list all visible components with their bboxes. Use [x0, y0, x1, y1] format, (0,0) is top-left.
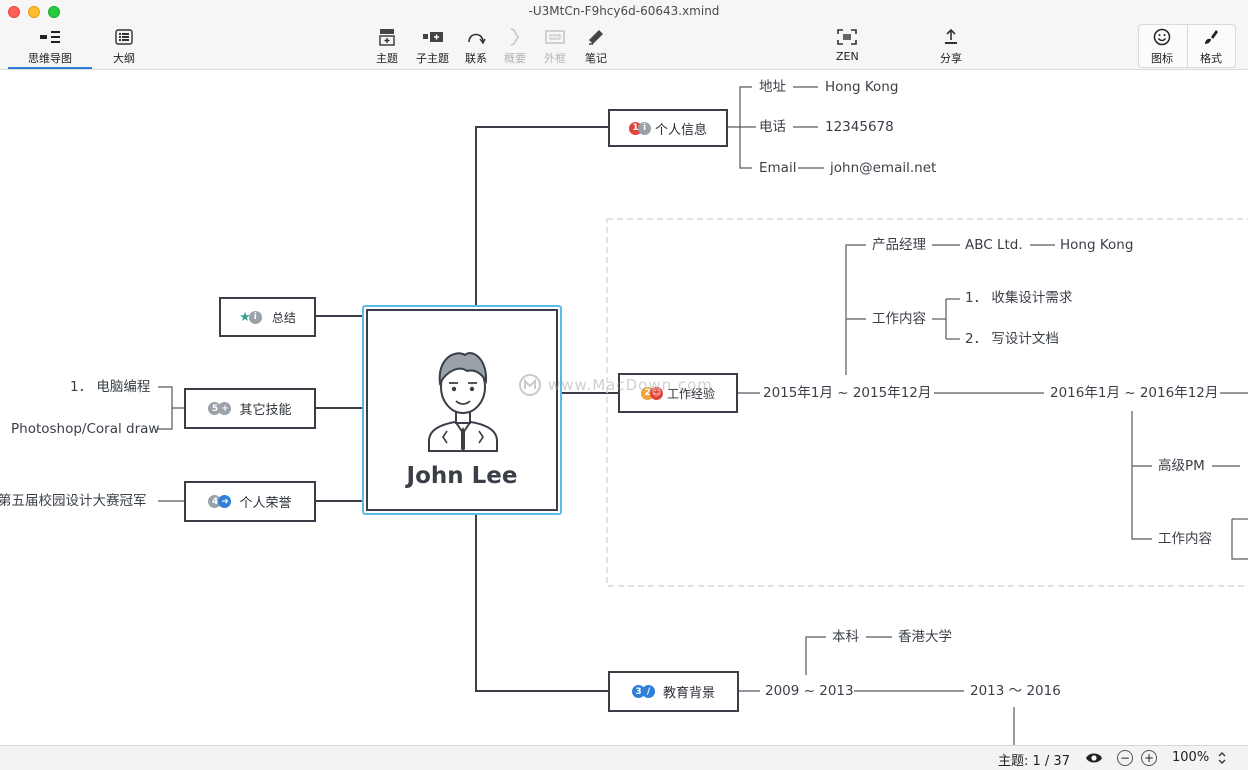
work-2015-content-label[interactable]: 工作内容	[872, 310, 926, 328]
topic-personal-info-label: 个人信息	[654, 122, 707, 138]
insert-summary-button[interactable]: 概要	[504, 24, 526, 66]
education-degree[interactable]: 本科	[832, 628, 859, 646]
format-panel-label: 格式	[1200, 52, 1222, 65]
summary-icon	[508, 24, 522, 50]
mindmap-icon	[39, 24, 61, 50]
insert-boundary-button[interactable]: 外框	[544, 24, 566, 66]
education-period-2009[interactable]: 2009 ~ 2013	[765, 682, 854, 700]
mindmap-canvas[interactable]: John Lee 1i 个人信息 地址 Hong Kong 电话 1234567…	[0, 71, 1248, 745]
person-avatar-icon	[428, 352, 498, 452]
topic-education-label: 教育背景	[662, 686, 715, 701]
chevron-updown-icon	[1218, 751, 1226, 764]
work-2015-content-item-2[interactable]: 2． 写设计文档	[965, 330, 1059, 348]
insert-subtopic-button[interactable]: 子主题	[416, 24, 449, 66]
skill-item-programming[interactable]: 1． 电脑编程	[70, 378, 150, 396]
watermark-text: www.MacDown.com	[548, 376, 713, 394]
topic-honors-label: 个人荣誉	[239, 496, 292, 511]
insert-relationship-button[interactable]: 联系	[465, 24, 487, 66]
topic-icon	[378, 24, 396, 50]
watermark: www.MacDown.com	[518, 373, 713, 397]
preview-eye-button[interactable]	[1085, 751, 1103, 765]
relationship-icon	[466, 24, 486, 50]
education-period-2013[interactable]: 2013 ～ 2016	[970, 682, 1061, 700]
topic-personal-info[interactable]: 1i 个人信息	[608, 109, 728, 147]
plus-icon: +	[1141, 750, 1157, 766]
xmind-window: -U3MtCn-F9hcy6d-60643.xmind 思维导图 大纲 主题 子…	[0, 0, 1248, 770]
priority-3-marker-icon: 3/	[631, 685, 655, 698]
insert-notes-label: 笔记	[585, 52, 607, 65]
topic-summary[interactable]: ★ i 总结	[219, 297, 316, 337]
smiley-icon	[1153, 24, 1171, 50]
topic-other-skills-label: 其它技能	[239, 403, 292, 418]
insert-topic-button[interactable]: 主题	[376, 24, 398, 66]
insert-subtopic-label: 子主题	[416, 52, 449, 65]
format-panel-button[interactable]: 格式	[1200, 24, 1222, 66]
minus-icon: −	[1117, 750, 1133, 766]
work-period-2015[interactable]: 2015年1月 ~ 2015年12月	[763, 384, 931, 402]
personal-email-value[interactable]: john@email.net	[830, 159, 936, 177]
priority-4-marker-icon: 4 ➜	[208, 495, 232, 508]
insert-summary-label: 概要	[504, 52, 526, 65]
topic-counter: 主题: 1 / 37	[998, 754, 1070, 769]
central-topic-selected[interactable]: John Lee	[362, 305, 562, 515]
macdown-logo-icon	[519, 374, 541, 396]
education-school[interactable]: 香港大学	[898, 628, 952, 646]
insert-topic-label: 主题	[376, 52, 398, 65]
topic-honors[interactable]: 4 ➜ 个人荣誉	[184, 481, 316, 522]
personal-address-key[interactable]: 地址	[759, 78, 786, 96]
view-mindmap-button[interactable]: 思维导图	[28, 24, 72, 66]
zoom-in-button[interactable]: +	[1141, 750, 1157, 766]
honor-item-design-contest[interactable]: 第五届校园设计大赛冠军	[0, 492, 147, 510]
view-mindmap-label: 思维导图	[28, 52, 72, 65]
active-view-indicator	[8, 67, 92, 69]
topic-other-skills[interactable]: 5 + 其它技能	[184, 388, 316, 429]
zen-label: ZEN	[836, 50, 859, 63]
priority-5-marker-icon: 5 +	[208, 402, 232, 415]
view-outline-label: 大纲	[113, 52, 135, 65]
zen-mode-button[interactable]: ZEN	[836, 24, 859, 63]
topic-education[interactable]: 3/ 教育背景	[608, 671, 739, 712]
central-topic-name: John Lee	[406, 463, 518, 489]
title-toolbar: -U3MtCn-F9hcy6d-60643.xmind 思维导图 大纲 主题 子…	[0, 0, 1248, 70]
notes-icon	[587, 24, 605, 50]
outline-icon	[115, 24, 133, 50]
work-2015-content-item-1[interactable]: 1． 收集设计需求	[965, 289, 1072, 307]
insert-relationship-label: 联系	[465, 52, 487, 65]
boundary-icon	[545, 24, 565, 50]
star-marker-icon: ★ i	[239, 310, 262, 325]
work-2015-company[interactable]: ABC Ltd.	[965, 236, 1023, 254]
work-2016-role[interactable]: 高级PM	[1158, 457, 1205, 475]
personal-address-value[interactable]: Hong Kong	[825, 78, 898, 96]
zen-fullscreen-icon	[837, 24, 858, 50]
icons-panel-label: 图标	[1151, 52, 1173, 65]
work-period-2016[interactable]: 2016年1月 ~ 2016年12月	[1050, 384, 1218, 402]
subtopic-icon	[422, 24, 444, 50]
eye-icon	[1086, 753, 1102, 763]
topic-summary-label: 总结	[271, 310, 296, 325]
zoom-level-value: 100%	[1172, 750, 1210, 765]
share-button[interactable]: 分享	[940, 24, 962, 66]
icons-panel-button[interactable]: 图标	[1151, 24, 1173, 66]
priority-1-marker-icon: 1i	[628, 121, 651, 135]
status-bar: 主题: 1 / 37 − + 100%	[0, 745, 1248, 770]
central-topic: John Lee	[366, 309, 558, 511]
document-title: -U3MtCn-F9hcy6d-60643.xmind	[528, 4, 720, 18]
personal-phone-value[interactable]: 12345678	[825, 118, 894, 136]
insert-notes-button[interactable]: 笔记	[585, 24, 607, 66]
share-upload-icon	[943, 24, 959, 50]
personal-phone-key[interactable]: 电话	[759, 118, 786, 136]
skill-item-photoshop[interactable]: Photoshop/Coral draw	[11, 420, 159, 438]
personal-email-key[interactable]: Email	[759, 159, 796, 177]
work-2015-role[interactable]: 产品经理	[872, 236, 926, 254]
work-2016-content-label[interactable]: 工作内容	[1158, 530, 1212, 548]
view-outline-button[interactable]: 大纲	[113, 24, 135, 66]
insert-boundary-label: 外框	[544, 52, 566, 65]
paint-brush-icon	[1202, 24, 1220, 50]
zoom-level-select[interactable]: 100%	[1172, 750, 1227, 765]
work-2015-location[interactable]: Hong Kong	[1060, 236, 1133, 254]
share-label: 分享	[940, 52, 962, 65]
zoom-out-button[interactable]: −	[1117, 750, 1133, 766]
